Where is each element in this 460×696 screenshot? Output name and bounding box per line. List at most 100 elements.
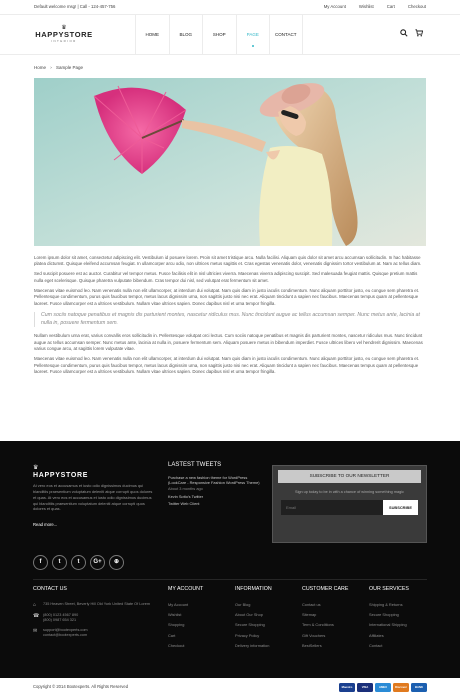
discover-card-icon: Discover (393, 682, 409, 692)
footer-column-title: OUR SERVICES (369, 586, 409, 592)
footer-column-title: INFORMATION (235, 586, 272, 592)
footer-link[interactable]: Privacy Policy (235, 633, 272, 639)
top-bar: Default welcome msg! | Call - 124-457-75… (0, 0, 460, 15)
newsletter-text: Sign up today to be in with a chance of … (295, 489, 404, 494)
phone-icon: ☎ (33, 612, 40, 619)
contact-phone: ☎ (800) 0123 4567 890 (800) 0987 654 321 (33, 613, 158, 624)
page-content: Lorem ipsum dolor sit amet, consectetur … (0, 255, 460, 376)
location-icon: ⌂ (33, 601, 37, 608)
payment-methods: Maestro VISA AMEX Discover BANK (339, 682, 427, 692)
footer-link[interactable]: International Shipping (369, 622, 409, 628)
footer-about-text: At vero eos et accusamus et iusto odio d… (33, 483, 153, 512)
subscribe-button[interactable]: SUBSCRIBE (383, 500, 418, 516)
main-nav: HOME BLOG SHOP PAGE CONTACT (135, 15, 303, 55)
footer-link[interactable]: Affiliates (369, 633, 409, 639)
footer-link[interactable]: Delivery information (235, 643, 272, 649)
tweets-title: LASTEST TWEETS (168, 462, 222, 468)
footer-link[interactable]: Shopping (168, 622, 203, 628)
footer-link[interactable]: My Account (168, 602, 203, 608)
newsletter-form: SUBSCRIBE (281, 500, 418, 516)
social-links: f t t G+ ⊕ (33, 555, 124, 570)
tweet-item: Kevin Sotto's Twitter (168, 494, 260, 500)
footer-link[interactable]: Secure Shopping (369, 612, 409, 618)
footer-contact: CONTACT US ⌂ 735 Heaven Street, Beverly … (33, 586, 158, 643)
footer-logo-name: HAPPYSTORE (33, 472, 89, 479)
newsletter-email-input[interactable] (281, 500, 383, 516)
copyright-text: Copyright © 2014 Bootexperts. All Rights… (33, 683, 129, 689)
tweet-text[interactable]: Twitter Web Client (168, 501, 260, 507)
search-icon[interactable] (400, 29, 408, 37)
footer-link[interactable]: Checkout (168, 643, 203, 649)
footer-link[interactable]: Wishlist (168, 612, 203, 618)
nav-item-contact[interactable]: CONTACT (269, 15, 303, 55)
top-link-wishlist[interactable]: Wishlist (359, 4, 374, 10)
tweet-item: Purchase a new fashion theme for WordPre… (168, 475, 260, 492)
nav-item-shop[interactable]: SHOP (202, 15, 236, 55)
read-more-link[interactable]: Read more... (33, 522, 57, 528)
footer-column-title: CUSTOMER CARE (302, 586, 349, 592)
footer-logo[interactable]: ♛ HAPPYSTORE (33, 465, 88, 481)
top-link-cart[interactable]: Cart (387, 4, 395, 10)
contact-email: ✉ support@bootexperts.com contact@bootex… (33, 628, 158, 639)
footer-link[interactable]: Contact (369, 643, 409, 649)
top-links: My Account Wishlist Cart Checkout (324, 4, 426, 10)
cart-icon[interactable] (415, 29, 423, 37)
footer-divider (33, 579, 427, 580)
paragraph: Nullam vestibulum urna erat, varius conv… (34, 333, 423, 351)
contact-phone-text: (800) 0123 4567 890 (800) 0987 654 321 (43, 612, 79, 623)
logo-name: HAPPYSTORE (35, 30, 93, 40)
contact-address-text: 735 Heaven Street, Beverly Hill Old York… (43, 601, 150, 606)
tweet-text[interactable]: Kevin Sotto's Twitter (168, 494, 260, 500)
tweet-item: Twitter Web Client (168, 501, 260, 507)
footer-column-title: MY ACCOUNT (168, 586, 204, 592)
nav-item-home[interactable]: HOME (135, 15, 169, 55)
site-header: ♛ HAPPYSTORE INTERIOR HOME BLOG SHOP PAG… (0, 15, 460, 55)
paragraph: Maecenas vitae euismod leo. Nam venenati… (34, 356, 420, 375)
breadcrumb: Home › Sample Page (0, 65, 460, 72)
welcome-message: Default welcome msg! | Call - 124-457-75… (34, 3, 116, 9)
site-logo[interactable]: ♛ HAPPYSTORE INTERIOR (34, 25, 94, 44)
footer-link[interactable]: Sitemap (302, 612, 348, 618)
footer-column-my-account: MY ACCOUNT My Account Wishlist Shopping … (168, 586, 203, 653)
logo-tagline: INTERIOR (51, 39, 77, 44)
breadcrumb-home[interactable]: Home (34, 65, 46, 70)
amex-card-icon: AMEX (375, 682, 391, 692)
tweet-time: About 3 months ago (168, 486, 203, 491)
nav-item-blog[interactable]: BLOG (168, 15, 203, 55)
twitter-icon[interactable]: t (52, 555, 67, 570)
nav-item-page[interactable]: PAGE (235, 15, 270, 55)
tweet-text[interactable]: Purchase a new fashion theme for WordPre… (168, 475, 260, 486)
contact-email-text[interactable]: support@bootexperts.com contact@bootexpe… (43, 628, 88, 639)
footer-link[interactable]: Contact us (302, 602, 348, 608)
footer-link[interactable]: Term & Conditions (302, 622, 348, 628)
google-plus-icon[interactable]: G+ (90, 555, 105, 570)
facebook-icon[interactable]: f (33, 555, 48, 570)
footer-link[interactable]: BestSellers (302, 643, 348, 649)
footer-link[interactable]: Cart (168, 633, 203, 639)
breadcrumb-separator: › (50, 65, 52, 70)
newsletter-title: SUBSCRIBE TO OUR NEWSLETTER (278, 470, 421, 483)
top-link-my-account[interactable]: My Account (324, 4, 346, 10)
bottom-bar: Copyright © 2014 Bootexperts. All Rights… (0, 678, 460, 696)
latest-tweets: LASTEST TWEETS Purchase a new fashion th… (168, 461, 260, 509)
dribbble-icon[interactable]: ⊕ (109, 555, 124, 570)
footer-column-title: CONTACT US (33, 586, 67, 592)
footer-link[interactable]: Secure Shopping (235, 622, 272, 628)
breadcrumb-current: Sample Page (56, 65, 84, 70)
footer-link[interactable]: Gift Vouchers (302, 633, 348, 639)
top-link-checkout[interactable]: Checkout (408, 4, 426, 10)
footer-column-information: INFORMATION Our Blog About Our Shop Secu… (235, 586, 272, 653)
paragraph: Sed suscipit posuere est ac auctor. Cura… (34, 271, 418, 283)
footer-link[interactable]: About Our Shop (235, 612, 272, 618)
hero-image (34, 77, 426, 246)
site-footer: ♛ HAPPYSTORE At vero eos et accusamus et… (0, 441, 460, 678)
blockquote: Cum sociis natoque penatibus et magnis d… (34, 312, 426, 328)
newsletter-box: SUBSCRIBE TO OUR NEWSLETTER Sign up toda… (272, 465, 427, 543)
bank-card-icon: BANK (411, 682, 427, 692)
paragraph: Lorem ipsum dolor sit amet, consectetur … (34, 254, 422, 266)
tumblr-icon[interactable]: t (71, 555, 86, 570)
paragraph: Maecenas vitae euismod leo. Nam venenati… (34, 288, 420, 306)
footer-link[interactable]: Shipping & Returns (369, 602, 409, 608)
visa-card-icon: VISA (357, 682, 373, 692)
footer-link[interactable]: Our Blog (235, 602, 272, 608)
